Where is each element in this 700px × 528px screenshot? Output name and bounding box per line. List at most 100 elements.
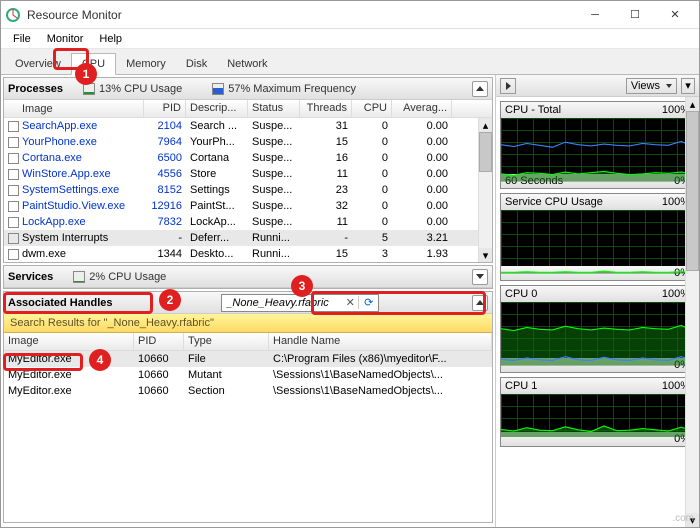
process-name: YourPhone.exe <box>22 136 97 148</box>
table-row[interactable]: SystemSettings.exe8152SettingsSuspe...23… <box>4 182 492 198</box>
chart-header: CPU - Total100% <box>501 102 694 118</box>
process-pid: 1344 <box>144 248 186 260</box>
handle-type: Section <box>184 385 269 397</box>
charts-body: CPU - Total100%60 Seconds0%Service CPU U… <box>496 97 699 527</box>
process-cpu: 0 <box>352 120 392 132</box>
row-checkbox[interactable] <box>8 169 19 180</box>
col-threads[interactable]: Threads <box>300 100 352 117</box>
tab-network[interactable]: Network <box>217 54 277 74</box>
process-avg: 0.00 <box>392 136 452 148</box>
process-threads: 32 <box>300 200 352 212</box>
row-checkbox[interactable] <box>8 249 19 260</box>
process-desc: PaintSt... <box>186 200 248 212</box>
process-name: WinStore.App.exe <box>22 168 111 180</box>
views-dropdown[interactable]: Views <box>626 78 677 94</box>
chart-body <box>501 118 694 174</box>
process-cpu: 0 <box>352 216 392 228</box>
menu-file[interactable]: File <box>5 31 39 47</box>
callout-1 <box>53 48 89 70</box>
callout-3 <box>311 291 486 315</box>
charts-scrollbar[interactable]: ▴ ▾ <box>685 97 699 527</box>
col-desc[interactable]: Descrip... <box>186 100 248 117</box>
table-row[interactable]: dwm.exe1344Deskto...Runni...1531.93 <box>4 246 492 262</box>
process-pid: 8152 <box>144 184 186 196</box>
table-row[interactable]: Cortana.exe6500CortanaSuspe...1600.00 <box>4 150 492 166</box>
process-desc: Store <box>186 168 248 180</box>
row-checkbox[interactable] <box>8 201 19 212</box>
hcol-pid[interactable]: PID <box>134 333 184 350</box>
process-cpu: 0 <box>352 200 392 212</box>
tab-memory[interactable]: Memory <box>116 54 176 74</box>
views-dropdown-arrow-icon[interactable]: ▾ <box>681 78 695 94</box>
process-cpu: 0 <box>352 168 392 180</box>
services-header[interactable]: Services 2% CPU Usage <box>4 266 492 288</box>
handles-columns: Image PID Type Handle Name <box>4 333 492 351</box>
hcol-image[interactable]: Image <box>4 333 134 350</box>
col-status[interactable]: Status <box>248 100 300 117</box>
services-panel: Services 2% CPU Usage <box>3 265 493 289</box>
process-threads: 31 <box>300 120 352 132</box>
chart: CPU 1100%0% <box>500 377 695 447</box>
process-desc: Settings <box>186 184 248 196</box>
minimize-button[interactable]: ─ <box>575 1 615 29</box>
row-checkbox[interactable] <box>8 217 19 228</box>
col-pid[interactable]: PID <box>144 100 186 117</box>
chart-scroll-thumb[interactable] <box>686 111 699 271</box>
process-pid: 7832 <box>144 216 186 228</box>
process-name: LockApp.exe <box>22 216 86 228</box>
chart: Service CPU Usage100%0% <box>500 193 695 281</box>
process-cpu: 5 <box>352 232 392 244</box>
close-button[interactable]: ✕ <box>655 1 695 29</box>
handle-type: File <box>184 353 269 365</box>
chart: CPU - Total100%60 Seconds0% <box>500 101 695 189</box>
table-row[interactable]: SearchApp.exe2104Search ...Suspe...3100.… <box>4 118 492 134</box>
hcol-name[interactable]: Handle Name <box>269 333 492 350</box>
chart-scroll-up-icon[interactable]: ▴ <box>686 97 699 111</box>
row-checkbox[interactable] <box>8 121 19 132</box>
row-checkbox[interactable] <box>8 153 19 164</box>
process-cpu: 0 <box>352 152 392 164</box>
scroll-up-icon[interactable]: ▴ <box>479 118 492 132</box>
row-checkbox[interactable] <box>8 137 19 148</box>
process-avg: 0.00 <box>392 216 452 228</box>
process-status: Runni... <box>248 248 300 260</box>
handle-pid: 10660 <box>134 369 184 381</box>
process-desc: Cortana <box>186 152 248 164</box>
process-pid: 6500 <box>144 152 186 164</box>
handles-panel: Associated Handles ✕ ⟳ Search Results fo… <box>3 291 493 523</box>
tab-disk[interactable]: Disk <box>176 54 217 74</box>
processes-collapse-icon[interactable] <box>472 81 488 97</box>
col-image[interactable]: Image <box>4 100 144 117</box>
charts-expand-icon[interactable] <box>500 78 516 94</box>
tab-bar: Overview CPU Memory Disk Network <box>1 49 699 75</box>
hcol-type[interactable]: Type <box>184 333 269 350</box>
table-row[interactable]: YourPhone.exe7964YourPh...Suspe...1500.0… <box>4 134 492 150</box>
handle-pid: 10660 <box>134 385 184 397</box>
cpu-usage-stat: 13% CPU Usage <box>83 83 182 95</box>
menu-monitor[interactable]: Monitor <box>39 31 92 47</box>
handles-body: MyEditor.exe10660FileC:\Program Files (x… <box>4 351 492 522</box>
menu-help[interactable]: Help <box>91 31 130 47</box>
processes-title: Processes <box>8 83 63 95</box>
process-status: Suspe... <box>248 216 300 228</box>
process-desc: LockAp... <box>186 216 248 228</box>
scroll-thumb[interactable] <box>479 132 492 172</box>
row-checkbox[interactable] <box>8 233 19 244</box>
processes-scrollbar[interactable]: ▴ ▾ <box>478 118 492 262</box>
maximize-button[interactable]: ☐ <box>615 1 655 29</box>
process-status: Runni... <box>248 232 300 244</box>
table-row[interactable]: System Interrupts-Deferr...Runni...-53.2… <box>4 230 492 246</box>
process-name: System Interrupts <box>22 232 108 244</box>
row-checkbox[interactable] <box>8 185 19 196</box>
scroll-down-icon[interactable]: ▾ <box>479 248 492 262</box>
col-avg[interactable]: Averag... <box>392 100 452 117</box>
table-row[interactable]: PaintStudio.View.exe12916PaintSt...Suspe… <box>4 198 492 214</box>
process-pid: 4556 <box>144 168 186 180</box>
services-collapse-icon[interactable] <box>472 269 488 285</box>
table-row[interactable]: LockApp.exe7832LockAp...Suspe...1100.00 <box>4 214 492 230</box>
menubar: File Monitor Help <box>1 29 699 49</box>
table-row[interactable]: MyEditor.exe10660Section\Sessions\1\Base… <box>4 383 492 399</box>
col-cpu[interactable]: CPU <box>352 100 392 117</box>
process-threads: 23 <box>300 184 352 196</box>
table-row[interactable]: WinStore.App.exe4556StoreSuspe...1100.00 <box>4 166 492 182</box>
